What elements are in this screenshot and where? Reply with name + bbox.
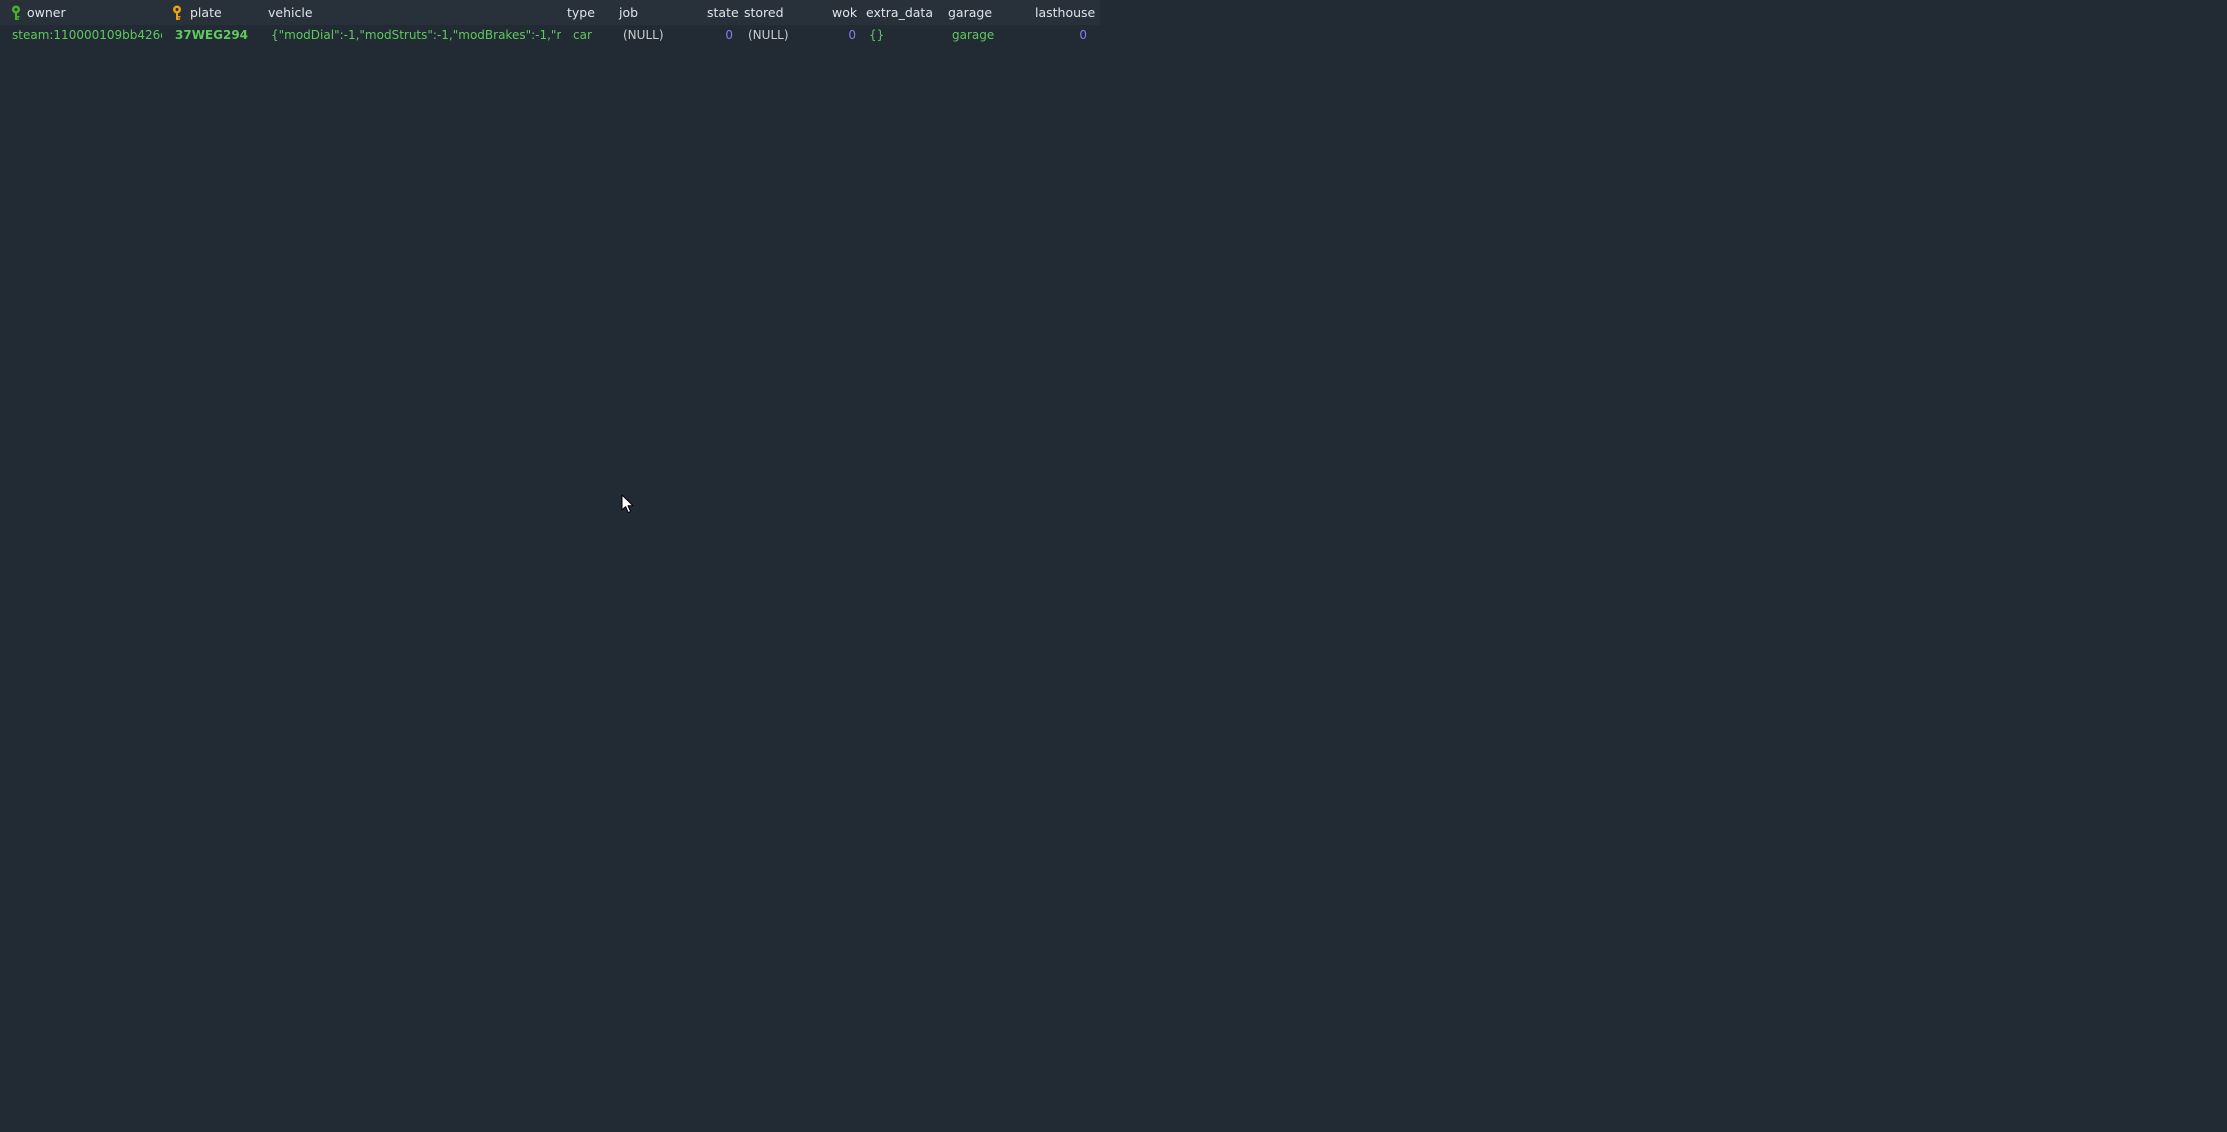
column-header-plate[interactable]: plate: [190, 3, 222, 23]
cell-vehicle[interactable]: {"modDial":-1,"modStruts":-1,"modBrakes"…: [271, 25, 561, 45]
mouse-pointer-icon: [621, 494, 634, 514]
table-row[interactable]: steam:110000109bb426d 37WEG294 {"modDial…: [0, 25, 1100, 45]
column-header-extra-data[interactable]: extra_data: [866, 3, 933, 23]
cell-state[interactable]: 0: [700, 25, 733, 45]
column-header-lasthouse[interactable]: lasthouse: [1035, 3, 1095, 23]
cell-wok[interactable]: 0: [825, 25, 856, 45]
column-header-type[interactable]: type: [567, 3, 595, 23]
column-header-stored[interactable]: stored: [744, 3, 784, 23]
cell-plate[interactable]: 37WEG294: [175, 25, 255, 45]
cell-type[interactable]: car: [573, 25, 613, 45]
cell-garage[interactable]: garage: [952, 25, 1022, 45]
column-header-job[interactable]: job: [619, 3, 638, 23]
column-header-garage[interactable]: garage: [948, 3, 992, 23]
cell-stored[interactable]: (NULL): [748, 25, 818, 45]
cell-job[interactable]: (NULL): [623, 25, 693, 45]
column-header-vehicle[interactable]: vehicle: [268, 3, 313, 23]
primary-key-icon: [12, 5, 20, 20]
cell-extra-data[interactable]: {}: [869, 25, 929, 45]
grid-header-row: owner plate vehicle type job state store…: [0, 0, 1100, 25]
column-header-wok[interactable]: wok: [832, 3, 857, 23]
cell-owner[interactable]: steam:110000109bb426d: [12, 25, 162, 45]
cell-lasthouse[interactable]: 0: [1030, 25, 1087, 45]
results-grid[interactable]: owner plate vehicle type job state store…: [0, 0, 2227, 1132]
column-header-state[interactable]: state: [707, 3, 739, 23]
column-header-owner[interactable]: owner: [27, 3, 66, 23]
primary-key-icon: [173, 5, 181, 20]
